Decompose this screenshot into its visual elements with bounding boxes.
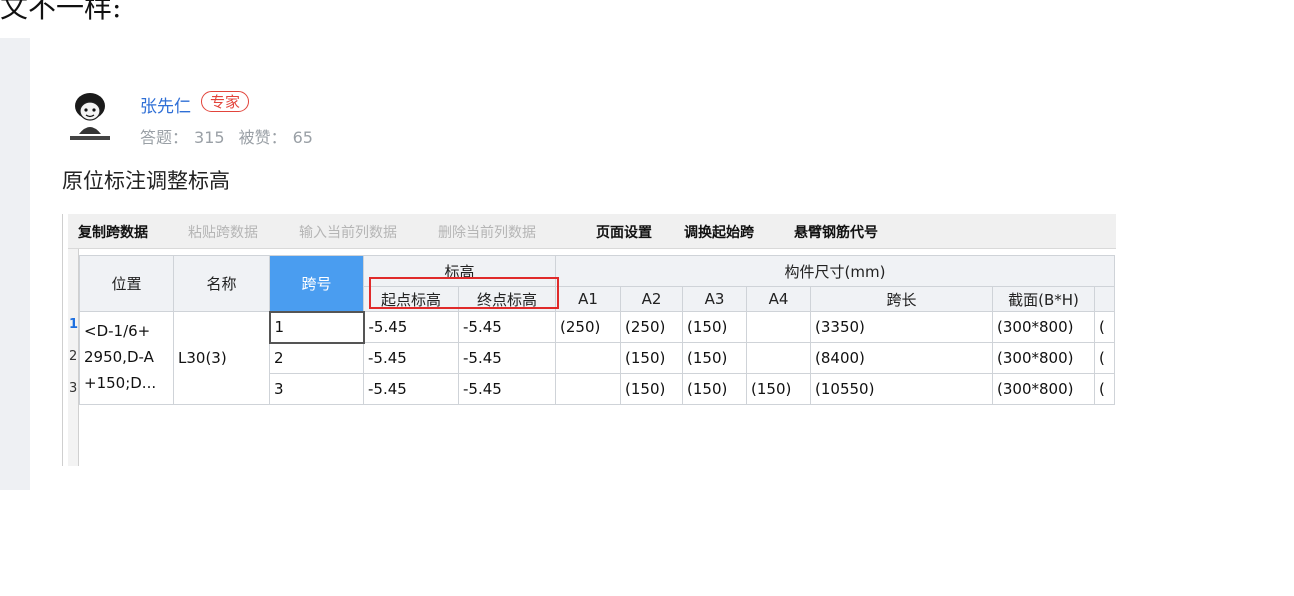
a1-cell[interactable] bbox=[555, 342, 621, 374]
section-cell[interactable]: (300*800) bbox=[992, 311, 1095, 343]
a1-cell[interactable]: (250) bbox=[555, 311, 621, 343]
a3-cell[interactable]: (150) bbox=[682, 311, 747, 343]
row-number[interactable]: 3 bbox=[69, 381, 77, 396]
toolbar: 复制跨数据 粘贴跨数据 输入当前列数据 删除当前列数据 页面设置 调换起始跨 悬… bbox=[68, 214, 1116, 249]
user-stats: 答题： 315 被赞： 65 bbox=[140, 124, 319, 148]
header-section[interactable]: 截面(B*H) bbox=[992, 286, 1095, 312]
row-number[interactable]: 2 bbox=[69, 349, 77, 364]
header-a1[interactable]: A1 bbox=[555, 286, 621, 312]
span-length-cell[interactable]: (10550) bbox=[810, 373, 993, 405]
start-elevation-cell[interactable]: -5.45 bbox=[363, 311, 459, 343]
span-number-cell[interactable]: 1 bbox=[268, 310, 365, 344]
a4-cell[interactable] bbox=[746, 342, 811, 374]
header-name[interactable]: 名称 bbox=[173, 255, 270, 312]
copy-span-data-button[interactable]: 复制跨数据 bbox=[78, 222, 148, 242]
section-cell[interactable]: (300*800) bbox=[992, 373, 1095, 405]
row-number-gutter: 1 2 3 bbox=[68, 249, 79, 466]
input-current-column-button[interactable]: 输入当前列数据 bbox=[299, 222, 397, 242]
start-elevation-cell[interactable]: -5.45 bbox=[363, 373, 459, 405]
window-edge bbox=[62, 214, 63, 466]
header-overflow[interactable] bbox=[1094, 286, 1115, 312]
overflow-cell[interactable]: ( bbox=[1094, 342, 1115, 374]
overflow-cell[interactable]: ( bbox=[1094, 311, 1115, 343]
header-member-size[interactable]: 构件尺寸(mm) bbox=[555, 255, 1115, 287]
delete-current-column-button[interactable]: 删除当前列数据 bbox=[438, 222, 536, 242]
row-number[interactable]: 1 bbox=[69, 317, 78, 332]
name-cell[interactable]: L30(3) bbox=[173, 311, 270, 405]
elevation-highlight-box bbox=[369, 277, 559, 309]
avatar[interactable] bbox=[61, 86, 119, 144]
header-a3[interactable]: A3 bbox=[682, 286, 747, 312]
likes-count: 65 bbox=[292, 128, 313, 147]
expert-badge: 专家 bbox=[201, 91, 250, 112]
header-a2[interactable]: A2 bbox=[620, 286, 683, 312]
end-elevation-cell[interactable]: -5.45 bbox=[458, 342, 556, 374]
a4-cell[interactable]: (150) bbox=[746, 373, 811, 405]
header-position[interactable]: 位置 bbox=[79, 255, 174, 312]
a3-cell[interactable]: (150) bbox=[682, 342, 747, 374]
answer-title: 原位标注调整标高 bbox=[62, 169, 230, 193]
a3-cell[interactable]: (150) bbox=[682, 373, 747, 405]
header-a4[interactable]: A4 bbox=[746, 286, 811, 312]
a2-cell[interactable]: (150) bbox=[620, 373, 683, 405]
end-elevation-cell[interactable]: -5.45 bbox=[458, 311, 556, 343]
span-table-area: 1 2 3 位置 名称 跨号 标高 构件尺寸(mm) 起点标高 终点标高 A1 bbox=[68, 249, 1116, 466]
likes-label: 被赞： bbox=[238, 128, 287, 147]
table-row[interactable]: <D-1/6+ 2950,D-A +150;D... L30(3) 1 -5.4… bbox=[79, 310, 1115, 405]
top-cut-text: 文不一样: bbox=[0, 0, 122, 24]
span-table: 位置 名称 跨号 标高 构件尺寸(mm) 起点标高 终点标高 A1 A2 A3 … bbox=[79, 255, 1115, 405]
a2-cell[interactable]: (250) bbox=[620, 311, 683, 343]
end-elevation-cell[interactable]: -5.45 bbox=[458, 373, 556, 405]
page-setup-button[interactable]: 页面设置 bbox=[596, 222, 652, 242]
span-number-cell[interactable]: 2 bbox=[269, 342, 364, 374]
answers-label: 答题： bbox=[140, 128, 189, 147]
a1-cell[interactable] bbox=[555, 373, 621, 405]
position-cell[interactable]: <D-1/6+ 2950,D-A +150;D... bbox=[79, 311, 174, 405]
cantilever-rebar-code-button[interactable]: 悬臂钢筋代号 bbox=[794, 222, 878, 242]
header-span-number[interactable]: 跨号 bbox=[269, 255, 364, 312]
avatar-cartoon-icon bbox=[61, 86, 119, 144]
span-length-cell[interactable]: (8400) bbox=[810, 342, 993, 374]
software-screenshot: 复制跨数据 粘贴跨数据 输入当前列数据 删除当前列数据 页面设置 调换起始跨 悬… bbox=[62, 214, 1116, 466]
span-length-cell[interactable]: (3350) bbox=[810, 311, 993, 343]
a4-cell[interactable] bbox=[746, 311, 811, 343]
swap-start-span-button[interactable]: 调换起始跨 bbox=[684, 222, 754, 242]
header-span-length[interactable]: 跨长 bbox=[810, 286, 993, 312]
a2-cell[interactable]: (150) bbox=[620, 342, 683, 374]
answers-count: 315 bbox=[194, 128, 225, 147]
span-number-cell[interactable]: 3 bbox=[269, 373, 364, 405]
section-cell[interactable]: (300*800) bbox=[992, 342, 1095, 374]
start-elevation-cell[interactable]: -5.45 bbox=[363, 342, 459, 374]
user-name-link[interactable]: 张先仁 bbox=[140, 92, 191, 117]
left-side-panel bbox=[0, 38, 30, 490]
paste-span-data-button[interactable]: 粘贴跨数据 bbox=[188, 222, 258, 242]
overflow-cell[interactable]: ( bbox=[1094, 373, 1115, 405]
